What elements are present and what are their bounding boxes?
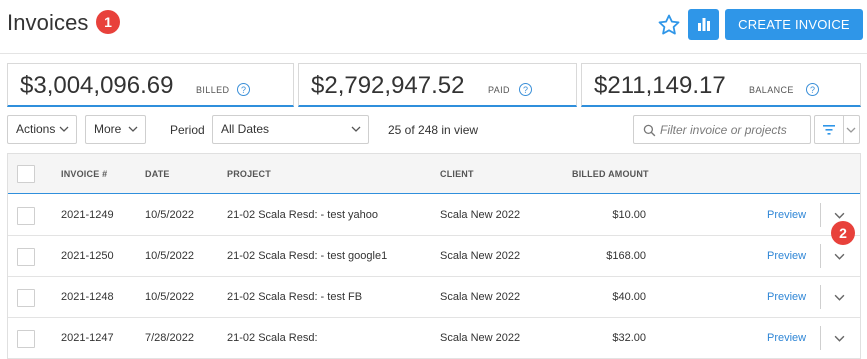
balance-label: BALANCE bbox=[749, 85, 794, 95]
reports-chart-button[interactable] bbox=[688, 9, 719, 40]
row-checkbox[interactable] bbox=[17, 330, 35, 348]
balance-summary-card: $211,149.17 BALANCE ? bbox=[581, 63, 861, 107]
annotation-badge-2: 2 bbox=[831, 221, 855, 245]
billed-amount: $3,004,096.69 bbox=[20, 72, 174, 99]
chevron-down-icon bbox=[351, 126, 361, 132]
paid-amount: $2,792,947.52 bbox=[311, 72, 465, 99]
balance-help-icon[interactable]: ? bbox=[806, 83, 819, 96]
row-action-divider bbox=[820, 326, 821, 350]
invoice-date: 10/5/2022 bbox=[145, 291, 194, 303]
billed-help-icon[interactable]: ? bbox=[237, 83, 250, 96]
star-icon bbox=[658, 14, 680, 35]
page-header: Invoices 1 CREATE INVOICE bbox=[0, 0, 867, 52]
search-icon bbox=[643, 124, 656, 137]
column-header-project[interactable]: PROJECT bbox=[227, 169, 271, 179]
invoice-table: INVOICE # DATE PROJECT CLIENT BILLED AMO… bbox=[7, 153, 861, 359]
table-row[interactable]: 2021-1249 10/5/2022 21-02 Scala Resd: - … bbox=[8, 195, 860, 236]
row-checkbox[interactable] bbox=[17, 289, 35, 307]
invoice-date: 10/5/2022 bbox=[145, 250, 194, 262]
invoice-client: Scala New 2022 bbox=[440, 209, 521, 221]
favorite-button[interactable] bbox=[657, 12, 681, 38]
actions-dropdown-label: Actions bbox=[16, 122, 56, 136]
invoice-billed-amount: $32.00 bbox=[612, 332, 646, 344]
row-checkbox[interactable] bbox=[17, 248, 35, 266]
invoice-date: 10/5/2022 bbox=[145, 209, 194, 221]
bar-chart-icon bbox=[698, 18, 710, 31]
chevron-down-icon[interactable] bbox=[834, 292, 845, 303]
invoice-project: 21-02 Scala Resd: - test yahoo bbox=[227, 209, 379, 221]
paid-label: PAID bbox=[488, 85, 510, 95]
invoice-client: Scala New 2022 bbox=[440, 332, 521, 344]
chevron-down-icon[interactable] bbox=[834, 251, 845, 262]
actions-dropdown[interactable]: Actions bbox=[7, 115, 77, 144]
paid-summary-card: $2,792,947.52 PAID ? bbox=[298, 63, 577, 107]
filter-icon bbox=[823, 125, 835, 135]
filter-search-input[interactable] bbox=[660, 121, 806, 139]
paid-help-icon[interactable]: ? bbox=[519, 83, 532, 96]
row-action-divider bbox=[820, 244, 821, 268]
annotation-badge-1: 1 bbox=[96, 10, 120, 34]
create-invoice-button[interactable]: CREATE INVOICE bbox=[725, 9, 863, 40]
filter-button[interactable] bbox=[814, 115, 860, 144]
select-all-checkbox[interactable] bbox=[17, 165, 35, 183]
invoice-billed-amount: $168.00 bbox=[606, 250, 646, 262]
preview-link[interactable]: Preview bbox=[767, 332, 806, 344]
preview-link[interactable]: Preview bbox=[767, 291, 806, 303]
invoice-date: 7/28/2022 bbox=[145, 332, 194, 344]
row-checkbox[interactable] bbox=[17, 207, 35, 225]
page-title: Invoices bbox=[7, 10, 89, 35]
chevron-down-icon[interactable] bbox=[834, 333, 845, 344]
invoice-billed-amount: $40.00 bbox=[612, 291, 646, 303]
header-divider bbox=[0, 53, 867, 54]
table-row[interactable]: 2021-1250 10/5/2022 21-02 Scala Resd: - … bbox=[8, 236, 860, 277]
invoice-number: 2021-1248 bbox=[61, 291, 114, 303]
table-row[interactable]: 2021-1248 10/5/2022 21-02 Scala Resd: - … bbox=[8, 277, 860, 318]
results-count: 25 of 248 in view bbox=[388, 123, 479, 137]
chevron-down-icon[interactable] bbox=[846, 125, 856, 135]
invoice-project: 21-02 Scala Resd: bbox=[227, 332, 318, 344]
table-row[interactable]: 2021-1247 7/28/2022 21-02 Scala Resd: Sc… bbox=[8, 318, 860, 359]
filter-button-divider bbox=[843, 116, 844, 143]
period-select[interactable]: All Dates bbox=[212, 115, 369, 144]
invoice-client: Scala New 2022 bbox=[440, 250, 521, 262]
preview-link[interactable]: Preview bbox=[767, 250, 806, 262]
more-dropdown-label: More bbox=[94, 122, 122, 136]
period-label: Period bbox=[170, 123, 205, 137]
invoice-client: Scala New 2022 bbox=[440, 291, 521, 303]
filter-search-box bbox=[633, 115, 811, 144]
preview-link[interactable]: Preview bbox=[767, 209, 806, 221]
invoice-project: 21-02 Scala Resd: - test FB bbox=[227, 291, 363, 303]
invoice-billed-amount: $10.00 bbox=[612, 209, 646, 221]
billed-label: BILLED bbox=[196, 85, 230, 95]
invoice-number: 2021-1249 bbox=[61, 209, 114, 221]
table-header: INVOICE # DATE PROJECT CLIENT BILLED AMO… bbox=[8, 153, 860, 194]
column-header-date[interactable]: DATE bbox=[145, 169, 170, 179]
balance-amount: $211,149.17 bbox=[594, 72, 726, 99]
column-header-billed-amount[interactable]: BILLED AMOUNT bbox=[572, 169, 649, 179]
chevron-down-icon bbox=[59, 126, 69, 132]
invoice-project: 21-02 Scala Resd: - test google1 bbox=[227, 250, 388, 262]
billed-summary-card: $3,004,096.69 BILLED ? bbox=[7, 63, 294, 107]
column-header-invoice[interactable]: INVOICE # bbox=[61, 169, 107, 179]
invoice-number: 2021-1247 bbox=[61, 332, 114, 344]
chevron-down-icon[interactable] bbox=[834, 210, 845, 221]
row-action-divider bbox=[820, 285, 821, 309]
more-dropdown[interactable]: More bbox=[85, 115, 146, 144]
chevron-down-icon bbox=[128, 126, 138, 132]
row-action-divider bbox=[820, 203, 821, 227]
column-header-client[interactable]: CLIENT bbox=[440, 169, 474, 179]
period-select-value: All Dates bbox=[221, 122, 270, 136]
invoice-number: 2021-1250 bbox=[61, 250, 114, 262]
